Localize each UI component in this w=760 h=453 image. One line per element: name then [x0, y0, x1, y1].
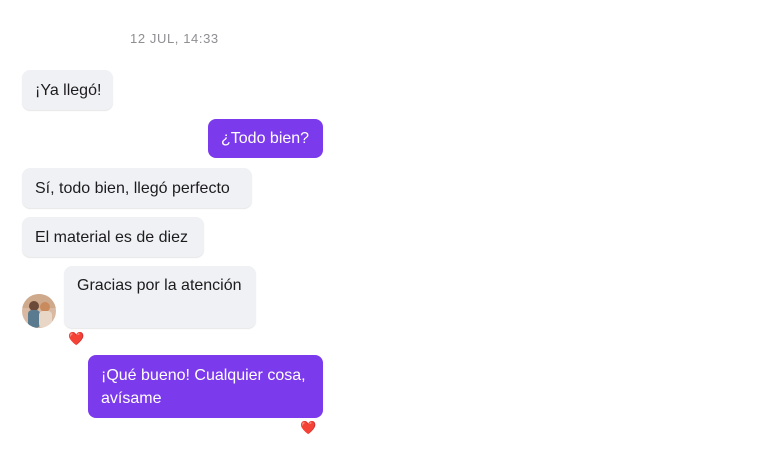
message-text: El material es de diez	[35, 228, 188, 246]
incoming-message-bubble[interactable]: Sí, todo bien, llegó perfecto	[22, 168, 252, 208]
incoming-message-bubble[interactable]: El material es de diez	[22, 217, 204, 257]
chat-thread: 12 JUL, 14:33 ¡Ya llegó! ¿Todo bien? Sí,…	[0, 0, 760, 453]
message-text: ¿Todo bien?	[221, 130, 310, 147]
message-text: Sí, todo bien, llegó perfecto	[35, 179, 230, 197]
outgoing-message-bubble[interactable]: ¿Todo bien?	[208, 119, 323, 158]
message-text: Gracias por la atención	[77, 277, 242, 294]
heart-reaction-icon[interactable]: ❤️	[68, 332, 84, 346]
message-text: ¡Ya llegó!	[35, 81, 102, 99]
heart-reaction-icon[interactable]: ❤️	[300, 421, 316, 435]
outgoing-message-bubble[interactable]: ¡Qué bueno! Cualquier cosa, avísame	[88, 355, 323, 418]
message-text: ¡Qué bueno! Cualquier cosa, avísame	[101, 367, 306, 407]
incoming-message-bubble[interactable]: ¡Ya llegó!	[22, 70, 113, 110]
incoming-message-bubble[interactable]: Gracias por la atención	[64, 266, 256, 328]
contact-photo-icon	[22, 294, 56, 328]
message-timestamp: 12 JUL, 14:33	[130, 31, 219, 46]
contact-avatar[interactable]	[22, 294, 56, 328]
